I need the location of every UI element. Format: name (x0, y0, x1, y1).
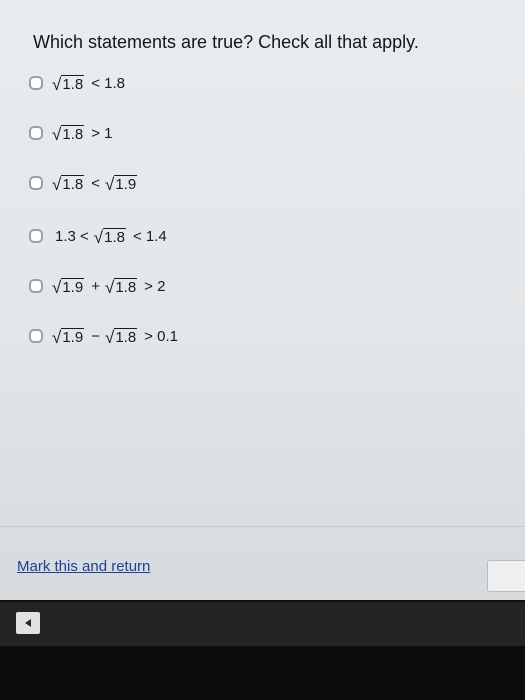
expression-text: > 0.1 (144, 327, 178, 345)
taskbar (0, 602, 525, 646)
answer-option[interactable]: √ 1.9 + √ 1.8 > 2 (29, 273, 169, 299)
expression-text: − (91, 327, 100, 345)
radicand: 1.8 (114, 327, 138, 346)
answer-option[interactable]: √ 1.9− √ 1.8 > 0.1 (29, 323, 182, 349)
option-expression: √ 1.9− √ 1.8 > 0.1 (51, 327, 182, 347)
square-root: √ 1.8 (52, 174, 85, 194)
expression-text: 1.3 < (55, 227, 89, 245)
square-root: √ 1.9 (104, 174, 138, 194)
radical-icon: √ (93, 227, 104, 247)
answer-option[interactable]: 1.3 < √ 1.8 < 1.4 (29, 223, 171, 249)
radicand: 1.8 (103, 227, 126, 246)
option-expression: √ 1.8 > 1 (51, 124, 116, 144)
expression-text: + (91, 277, 100, 295)
square-root: √ 1.9 (52, 327, 85, 347)
square-root: √ 1.8 (52, 74, 85, 94)
option-expression: √ 1.9 + √ 1.8 > 2 (51, 277, 169, 297)
radicand: 1.9 (61, 327, 85, 346)
radicand: 1.8 (61, 174, 85, 193)
option-expression: √ 1.8 < 1.8 (51, 74, 129, 94)
radicand: 1.8 (61, 124, 85, 143)
next-button[interactable] (487, 560, 525, 592)
radical-icon: √ (104, 277, 115, 297)
square-root: √ 1.8 (93, 227, 126, 247)
expression-text: < (91, 174, 100, 192)
expression-text: > 2 (144, 277, 166, 295)
question-prompt: Which statements are true? Check all tha… (33, 32, 419, 52)
expression-text: < 1.4 (132, 227, 167, 245)
radicand: 1.9 (114, 174, 138, 193)
square-root: √ 1.8 (104, 277, 138, 297)
radicand: 1.9 (61, 277, 85, 296)
radical-icon: √ (52, 277, 62, 297)
checkbox[interactable] (29, 126, 43, 140)
answer-option[interactable]: √ 1.8 > 1 (29, 120, 116, 146)
answer-option[interactable]: √ 1.8 < √ 1.9 (29, 170, 140, 196)
checkbox[interactable] (29, 229, 43, 243)
square-root: √ 1.8 (52, 124, 85, 144)
checkbox[interactable] (29, 176, 43, 190)
mark-and-return-link[interactable]: Mark this and return (17, 558, 150, 575)
device-bezel (0, 646, 525, 700)
square-root: √ 1.9 (52, 277, 85, 297)
square-root: √ 1.8 (104, 327, 138, 347)
checkbox[interactable] (29, 329, 43, 343)
expression-text: < 1.8 (91, 74, 125, 92)
radical-icon: √ (52, 174, 62, 194)
radical-icon: √ (52, 327, 62, 347)
radical-icon: √ (52, 74, 62, 94)
back-button[interactable] (16, 612, 40, 634)
quiz-screen: Which statements are true? Check all tha… (0, 0, 525, 600)
radical-icon: √ (104, 174, 115, 194)
back-arrow-icon (25, 619, 31, 627)
answer-option[interactable]: √ 1.8 < 1.8 (29, 70, 129, 96)
checkbox[interactable] (29, 76, 43, 90)
radicand: 1.8 (114, 277, 138, 296)
radicand: 1.8 (61, 74, 85, 93)
radical-icon: √ (104, 327, 115, 347)
expression-text: > 1 (91, 124, 113, 142)
option-expression: 1.3 < √ 1.8 < 1.4 (51, 227, 171, 247)
radical-icon: √ (52, 124, 62, 144)
option-expression: √ 1.8 < √ 1.9 (51, 174, 140, 194)
footer-divider (0, 526, 525, 527)
checkbox[interactable] (29, 279, 43, 293)
